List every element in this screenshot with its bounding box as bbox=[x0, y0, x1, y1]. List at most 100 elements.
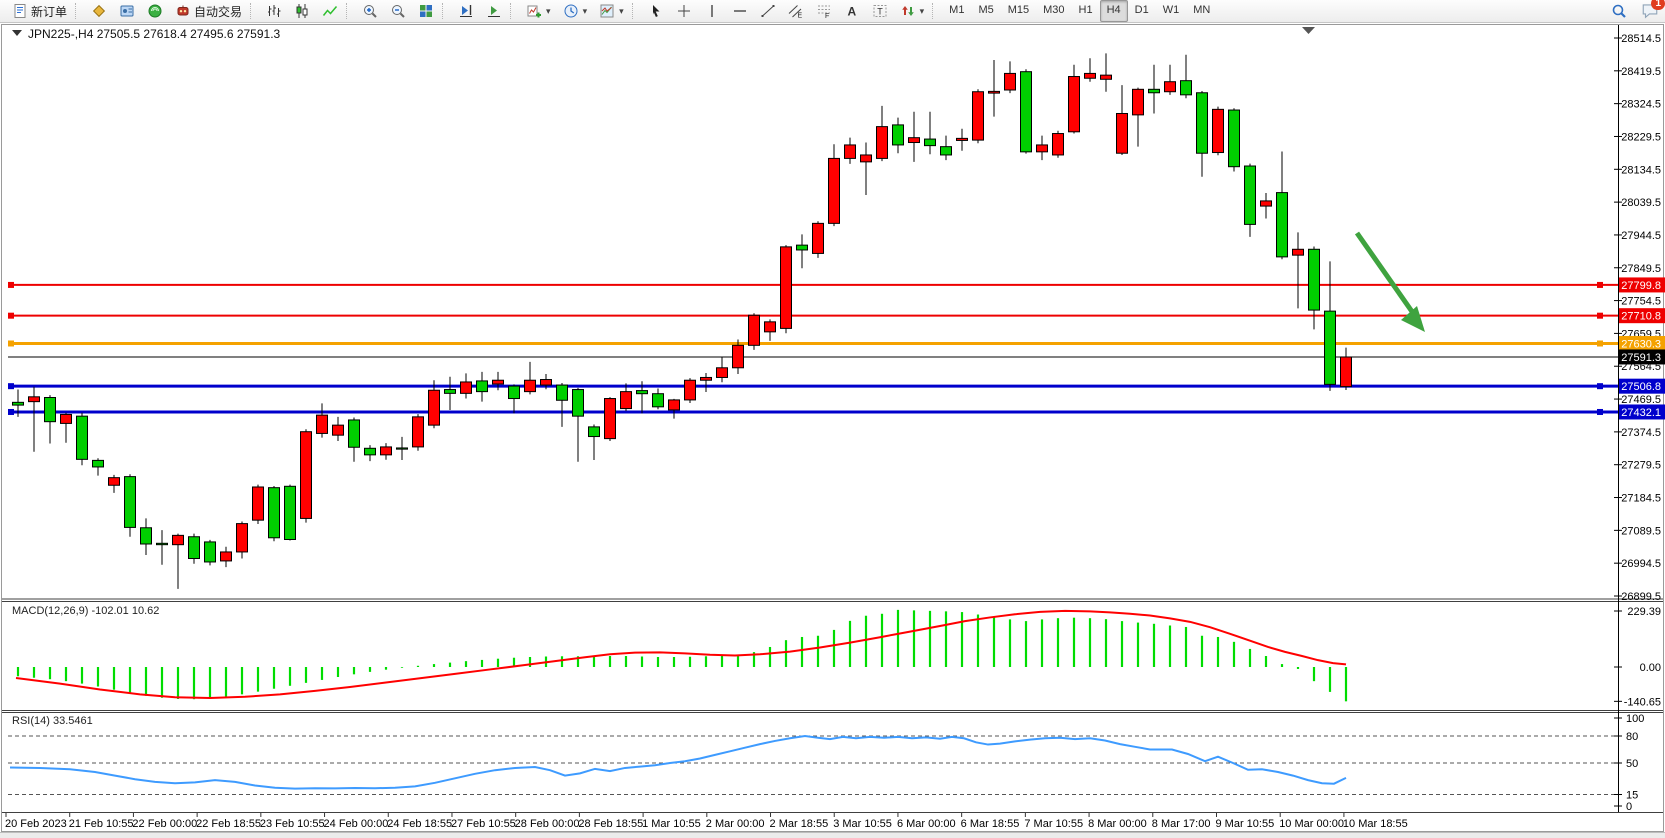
bar-chart-button[interactable] bbox=[261, 0, 287, 22]
trendline-button[interactable] bbox=[755, 0, 781, 22]
periods-icon bbox=[563, 3, 579, 19]
candle-body bbox=[61, 414, 72, 423]
tile-windows-button[interactable] bbox=[413, 0, 439, 22]
svg-text:27506.8: 27506.8 bbox=[1621, 381, 1661, 393]
candle-body bbox=[157, 543, 168, 544]
candle-body bbox=[189, 537, 200, 559]
candle-body bbox=[733, 345, 744, 367]
search-icon bbox=[1611, 3, 1627, 19]
hline-endpoint[interactable] bbox=[1597, 313, 1603, 319]
text-label-button[interactable]: T bbox=[867, 0, 893, 22]
zoom-in-button[interactable] bbox=[357, 0, 383, 22]
hline-endpoint[interactable] bbox=[8, 313, 14, 319]
navigator-button[interactable] bbox=[142, 0, 168, 22]
timeframe-w1-button[interactable]: W1 bbox=[1156, 0, 1187, 22]
price-chart-canvas[interactable]: JPN225-,H4 27505.5 27618.4 27495.6 27591… bbox=[0, 22, 1665, 838]
timeframe-h1-button[interactable]: H1 bbox=[1072, 0, 1100, 22]
hline-endpoint[interactable] bbox=[1597, 383, 1603, 389]
templates-button[interactable]: ▾ bbox=[594, 0, 629, 22]
candle-body bbox=[77, 416, 88, 459]
hline-endpoint[interactable] bbox=[1597, 409, 1603, 415]
candle-body bbox=[1085, 73, 1096, 78]
candle-body bbox=[1245, 166, 1256, 224]
periods-button[interactable]: ▾ bbox=[558, 0, 593, 22]
notification-badge: 1 bbox=[1651, 0, 1665, 10]
candle-body bbox=[237, 524, 248, 552]
candle-body bbox=[845, 145, 856, 158]
candle-body bbox=[1005, 73, 1016, 90]
candle-body bbox=[429, 390, 440, 425]
price-tick: 28039.5 bbox=[1621, 197, 1661, 209]
candle-body bbox=[1197, 93, 1208, 153]
candle-body bbox=[349, 420, 360, 447]
chart-shift-button[interactable] bbox=[453, 0, 479, 22]
arrows-button[interactable]: ▾ bbox=[895, 0, 930, 22]
timeframe-m1-button[interactable]: M1 bbox=[942, 0, 971, 22]
time-tick: 6 Mar 18:55 bbox=[961, 818, 1020, 830]
candle-body bbox=[1069, 77, 1080, 132]
line-chart-button[interactable] bbox=[317, 0, 343, 22]
notifications-button[interactable]: 1 bbox=[1641, 1, 1659, 22]
fibonacci-button[interactable]: F bbox=[811, 0, 837, 22]
dropdown-caret[interactable]: ▾ bbox=[546, 6, 551, 17]
crosshair-icon bbox=[676, 3, 692, 19]
hline-endpoint[interactable] bbox=[8, 282, 14, 288]
candle-body bbox=[1341, 357, 1352, 387]
timeframe-mn-button[interactable]: MN bbox=[1186, 0, 1217, 22]
candlestick-chart-button[interactable] bbox=[289, 0, 315, 22]
dropdown-caret[interactable]: ▾ bbox=[583, 6, 588, 17]
zoom-out-button[interactable] bbox=[385, 0, 411, 22]
hline-endpoint[interactable] bbox=[8, 383, 14, 389]
main-toolbar: 新订单 自动交易 ▾ ▾ ▾ EFAT ▾ M1M5M15M30H1H4D1W1MN 1 bbox=[0, 0, 1665, 23]
candle-body bbox=[269, 488, 280, 538]
timeframe-m15-button[interactable]: M15 bbox=[1001, 0, 1036, 22]
autotrading-button[interactable]: 自动交易 bbox=[170, 0, 247, 22]
hline-endpoint[interactable] bbox=[8, 340, 14, 346]
candle-body bbox=[717, 368, 728, 378]
hline-endpoint[interactable] bbox=[1597, 282, 1603, 288]
new-order-button[interactable]: 新订单 bbox=[7, 0, 72, 22]
timeframe-h4-button[interactable]: H4 bbox=[1100, 0, 1128, 22]
time-tick: 24 Feb 00:00 bbox=[324, 818, 389, 830]
mt4-terminal: 新订单 自动交易 ▾ ▾ ▾ EFAT ▾ M1M5M15M30H1H4D1W1MN 1 JPN… bbox=[0, 0, 1665, 838]
timeframe-m30-button[interactable]: M30 bbox=[1036, 0, 1071, 22]
data-window-button[interactable] bbox=[114, 0, 140, 22]
dropdown-caret[interactable]: ▾ bbox=[920, 6, 925, 17]
candle-body bbox=[45, 398, 56, 422]
time-tick: 2 Mar 00:00 bbox=[706, 818, 765, 830]
new-chart-button[interactable]: ▾ bbox=[521, 0, 556, 22]
candle-body bbox=[1133, 89, 1144, 115]
candle-body bbox=[397, 448, 408, 449]
candle-body bbox=[829, 158, 840, 223]
candle-body bbox=[781, 247, 792, 329]
timeframe-d1-button[interactable]: D1 bbox=[1128, 0, 1156, 22]
candle-body bbox=[525, 380, 536, 391]
hline-endpoint[interactable] bbox=[1597, 340, 1603, 346]
candle-body bbox=[765, 322, 776, 332]
candle-body bbox=[301, 432, 312, 519]
toolbar-separator bbox=[932, 3, 940, 19]
data-window-icon bbox=[119, 3, 135, 19]
candle-body bbox=[461, 382, 472, 393]
auto-scroll-button[interactable] bbox=[481, 0, 507, 22]
crosshair-button[interactable] bbox=[671, 0, 697, 22]
market-watch-button[interactable] bbox=[86, 0, 112, 22]
cursor-button[interactable] bbox=[643, 0, 669, 22]
dropdown-caret[interactable]: ▾ bbox=[619, 6, 624, 17]
time-tick: 22 Feb 18:55 bbox=[196, 818, 261, 830]
search-button[interactable] bbox=[1606, 0, 1632, 22]
vertical-line-icon bbox=[704, 3, 720, 19]
price-tick: 28229.5 bbox=[1621, 131, 1661, 143]
navigator-icon bbox=[147, 3, 163, 19]
time-tick: 28 Feb 00:00 bbox=[515, 818, 580, 830]
symbol-ohlc-label: JPN225-,H4 27505.5 27618.4 27495.6 27591… bbox=[28, 27, 281, 41]
hline-endpoint[interactable] bbox=[8, 409, 14, 415]
chart-window[interactable]: JPN225-,H4 27505.5 27618.4 27495.6 27591… bbox=[0, 22, 1665, 838]
price-tick: 27944.5 bbox=[1621, 230, 1661, 242]
price-tick: 27849.5 bbox=[1621, 263, 1661, 275]
vertical-line-button[interactable] bbox=[699, 0, 725, 22]
equidistant-channel-button[interactable]: E bbox=[783, 0, 809, 22]
text-button[interactable]: A bbox=[839, 0, 865, 22]
horizontal-line-button[interactable] bbox=[727, 0, 753, 22]
timeframe-m5-button[interactable]: M5 bbox=[971, 0, 1000, 22]
